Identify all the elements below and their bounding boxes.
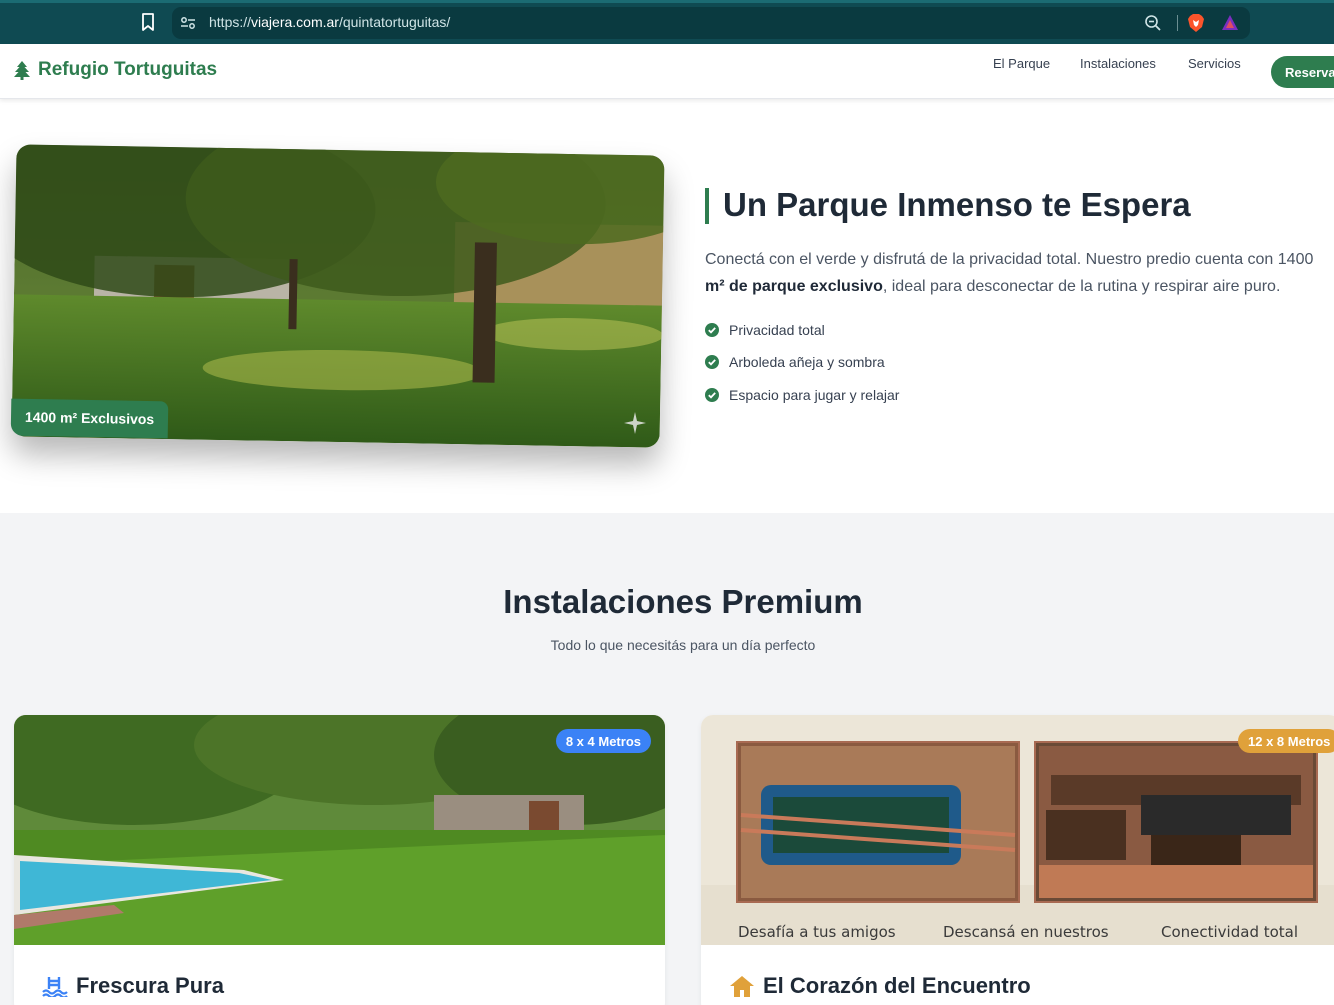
installations-title: Instalaciones Premium bbox=[503, 583, 863, 620]
toolbar-separator bbox=[1177, 15, 1178, 31]
pool-title-text: Frescura Pura bbox=[76, 973, 224, 998]
feature-item: Espacio para jugar y relajar bbox=[705, 387, 899, 403]
nav-link-servicios[interactable]: Servicios bbox=[1188, 56, 1241, 71]
installations-subtitle: Todo lo que necesitás para un día perfec… bbox=[550, 637, 816, 653]
feature-label: Privacidad total bbox=[729, 322, 825, 338]
site-logo[interactable]: Refugio Tortuguitas bbox=[12, 59, 217, 81]
poster-caption: Desafía a tus amigos bbox=[738, 923, 896, 941]
pool-size-badge: 8 x 4 Metros bbox=[555, 729, 651, 753]
title-accent-bar bbox=[705, 188, 709, 224]
sparkle-icon bbox=[624, 412, 646, 434]
feature-item: Arboleda añeja y sombra bbox=[705, 354, 885, 370]
park-desc-rest: , ideal para desconectar de la rutina y … bbox=[882, 278, 1281, 295]
url-domain: viajera.com.ar bbox=[251, 14, 339, 30]
reserve-button[interactable]: Reservar bbox=[1271, 56, 1334, 88]
pool-card-title: Frescura Pura bbox=[42, 973, 224, 999]
quincho-title-text: El Corazón del Encuentro bbox=[763, 973, 1031, 998]
quincho-card-title: El Corazón del Encuentro bbox=[729, 973, 1031, 999]
poster-caption: Descansá en nuestros bbox=[943, 923, 1109, 941]
url-text[interactable]: https://viajera.com.ar/quintatortuguitas… bbox=[209, 14, 450, 30]
feature-item: Privacidad total bbox=[705, 322, 825, 338]
nav-link-instalaciones[interactable]: Instalaciones bbox=[1080, 56, 1156, 71]
nav-link-el-parque[interactable]: El Parque bbox=[993, 56, 1050, 71]
poster-caption: Conectividad total bbox=[1161, 923, 1299, 941]
feature-label: Arboleda añeja y sombra bbox=[729, 354, 885, 370]
park-title: Un Parque Inmenso te Espera bbox=[723, 186, 1191, 223]
pool-card[interactable]: 8 x 4 Metros Frescura Pura bbox=[14, 715, 665, 1005]
check-icon bbox=[705, 388, 719, 402]
pool-icon bbox=[42, 977, 68, 997]
brand-name: Refugio Tortuguitas bbox=[38, 59, 218, 80]
zoom-icon[interactable] bbox=[1144, 14, 1162, 32]
tree-icon bbox=[14, 61, 30, 80]
park-desc-bold: m² de parque exclusivo bbox=[705, 278, 883, 295]
park-size-badge: 1400 m² Exclusivos bbox=[10, 398, 169, 439]
bookmark-icon[interactable] bbox=[140, 12, 156, 32]
brave-icon[interactable] bbox=[1187, 13, 1205, 33]
check-icon bbox=[705, 323, 719, 337]
park-desc-line: Conectá con el verde y disfrutá de la pr… bbox=[705, 251, 1314, 268]
url-scheme: https:// bbox=[209, 14, 252, 30]
rewards-icon[interactable] bbox=[1221, 14, 1239, 32]
site-navbar: Refugio Tortuguitas El Parque Instalacio… bbox=[0, 44, 1334, 99]
quincho-poster: Desafía a tus amigos Descansá en nuestro… bbox=[701, 715, 1334, 945]
site-settings-icon[interactable] bbox=[180, 15, 196, 31]
browser-toolbar: https://viajera.com.ar/quintatortuguitas… bbox=[0, 0, 1334, 44]
quincho-card[interactable]: Desafía a tus amigos Descansá en nuestro… bbox=[701, 715, 1334, 1005]
url-path: /quintatortuguitas/ bbox=[338, 14, 451, 30]
quincho-size-badge: 12 x 8 Metros bbox=[1238, 729, 1334, 753]
feature-label: Espacio para jugar y relajar bbox=[729, 387, 900, 403]
park-description: Conectá con el verde y disfrutá de la pr… bbox=[705, 246, 1334, 306]
house-icon bbox=[730, 976, 754, 997]
check-icon bbox=[705, 355, 719, 369]
